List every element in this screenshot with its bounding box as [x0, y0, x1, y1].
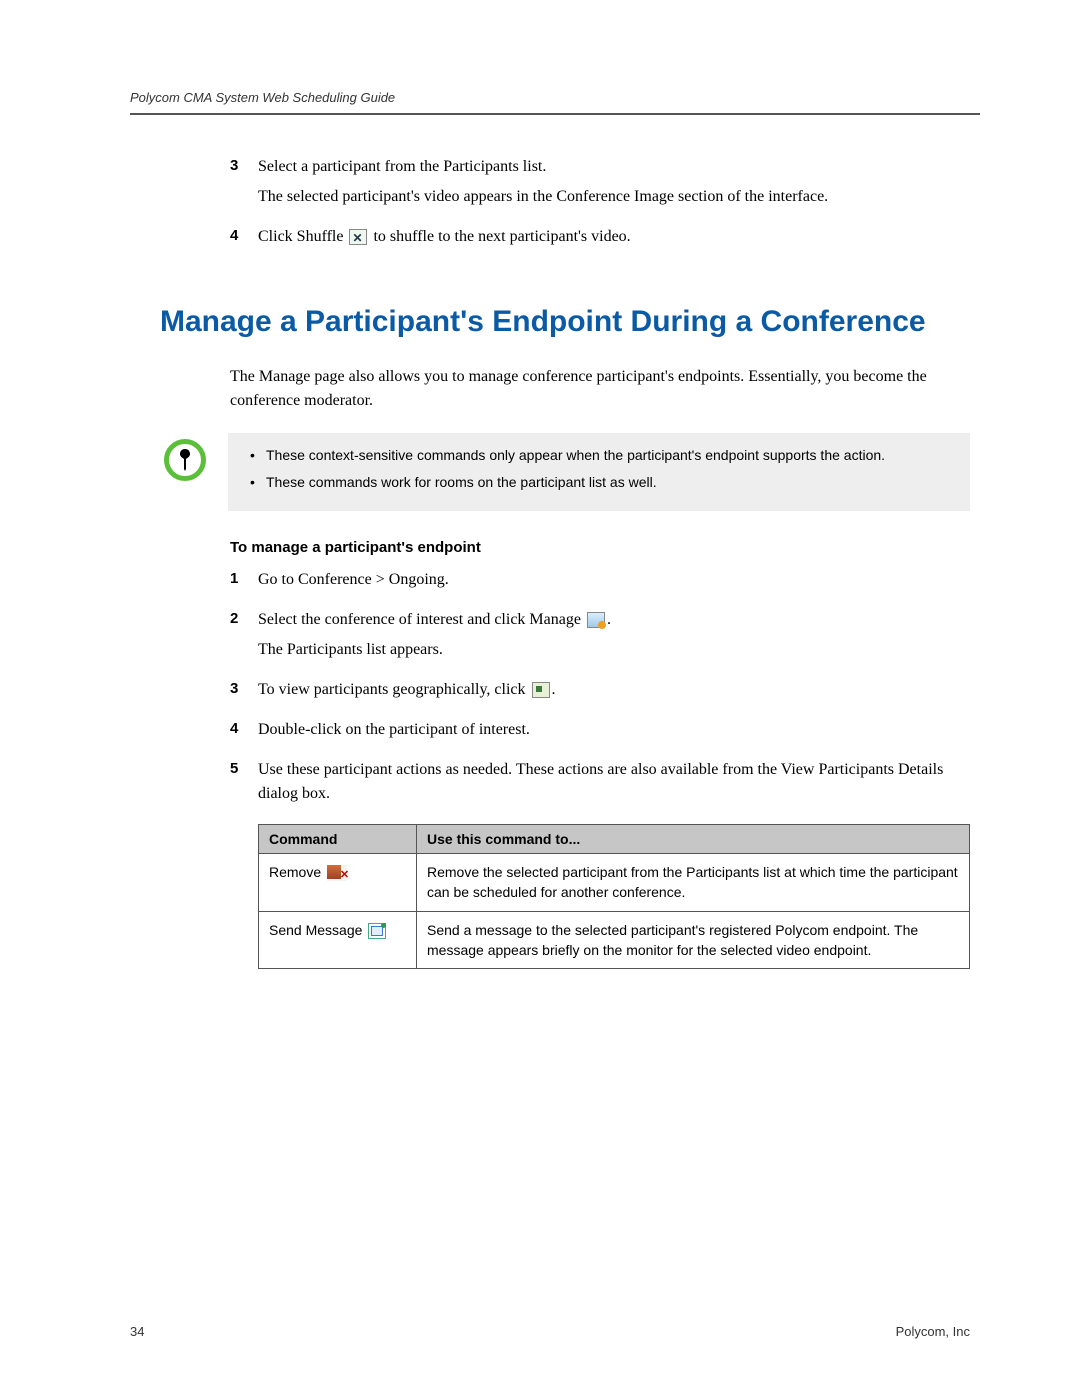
step-2: 2 Select the conference of interest and … [230, 608, 970, 668]
callout-note: These context-sensitive commands only ap… [160, 433, 970, 511]
main-content: 3 Select a participant from the Particip… [130, 155, 980, 969]
step-1: 1 Go to Conference > Ongoing. [230, 568, 970, 598]
command-desc: Remove the selected participant from the… [417, 854, 970, 912]
step-text: Use these participant actions as needed.… [258, 758, 970, 806]
step-number: 4 [230, 225, 258, 255]
page-header: Polycom CMA System Web Scheduling Guide [130, 90, 980, 115]
note-item: These commands work for rooms on the par… [250, 472, 954, 493]
step-5: 5 Use these participant actions as neede… [230, 758, 970, 812]
text-prefix: To view participants geographically, cli… [258, 681, 530, 698]
shuffle-icon [349, 229, 367, 245]
step-number: 4 [230, 718, 258, 748]
step-number: 3 [230, 678, 258, 708]
intro-paragraph: The Manage page also allows you to manag… [230, 365, 970, 413]
step-body: To view participants geographically, cli… [258, 678, 556, 708]
command-name: Remove [269, 864, 321, 880]
text-suffix: . [552, 681, 556, 698]
step-body: Click Shuffle to shuffle to the next par… [258, 225, 631, 255]
company-name: Polycom, Inc [896, 1324, 970, 1339]
text-suffix: . [607, 611, 611, 628]
table-header-command: Command [259, 825, 417, 854]
command-cell: Send Message [259, 911, 417, 969]
step-body: Select a participant from the Participan… [258, 155, 828, 215]
note-item: These context-sensitive commands only ap… [250, 445, 954, 466]
table-row: Send Message Send a message to the selec… [259, 911, 970, 969]
step-text: Go to Conference > Ongoing. [258, 568, 449, 592]
text-suffix: to shuffle to the next participant's vid… [369, 228, 630, 245]
text-prefix: Click Shuffle [258, 228, 347, 245]
step-number: 1 [230, 568, 258, 598]
step-body: Go to Conference > Ongoing. [258, 568, 449, 598]
step-3: 3 To view participants geographically, c… [230, 678, 970, 708]
page-footer: 34 Polycom, Inc [130, 1324, 970, 1339]
step-body: Select the conference of interest and cl… [258, 608, 611, 668]
step-body: Double-click on the participant of inter… [258, 718, 530, 748]
remove-participant-icon [327, 865, 347, 881]
geography-icon [532, 682, 550, 698]
step-text: Select a participant from the Participan… [258, 155, 828, 179]
command-desc: Send a message to the selected participa… [417, 911, 970, 969]
step-text: Click Shuffle to shuffle to the next par… [258, 225, 631, 249]
step-4: 4 Double-click on the participant of int… [230, 718, 970, 748]
step-after-text: The Participants list appears. [258, 638, 611, 662]
page-number: 34 [130, 1324, 144, 1339]
step-text: Double-click on the participant of inter… [258, 718, 530, 742]
note-box: These context-sensitive commands only ap… [228, 433, 970, 511]
step-number: 3 [230, 155, 258, 215]
table-header-desc: Use this command to... [417, 825, 970, 854]
step-text: The selected participant's video appears… [258, 185, 828, 209]
continued-step-4: 4 Click Shuffle to shuffle to the next p… [230, 225, 970, 255]
step-number: 5 [230, 758, 258, 812]
commands-table: Command Use this command to... Remove Re… [258, 824, 970, 969]
command-cell: Remove [259, 854, 417, 912]
procedure-subheading: To manage a participant's endpoint [230, 539, 970, 556]
note-icon-column [160, 433, 228, 481]
step-text: To view participants geographically, cli… [258, 678, 556, 702]
pin-icon [164, 439, 206, 481]
manage-icon [587, 612, 605, 628]
text-prefix: Select the conference of interest and cl… [258, 611, 585, 628]
table-row: Remove Remove the selected participant f… [259, 854, 970, 912]
command-name: Send Message [269, 922, 362, 938]
step-text: Select the conference of interest and cl… [258, 608, 611, 632]
continued-step-3: 3 Select a participant from the Particip… [230, 155, 970, 215]
step-body: Use these participant actions as needed.… [258, 758, 970, 812]
step-number: 2 [230, 608, 258, 668]
section-heading: Manage a Participant's Endpoint During a… [160, 305, 970, 339]
send-message-icon [368, 923, 386, 939]
